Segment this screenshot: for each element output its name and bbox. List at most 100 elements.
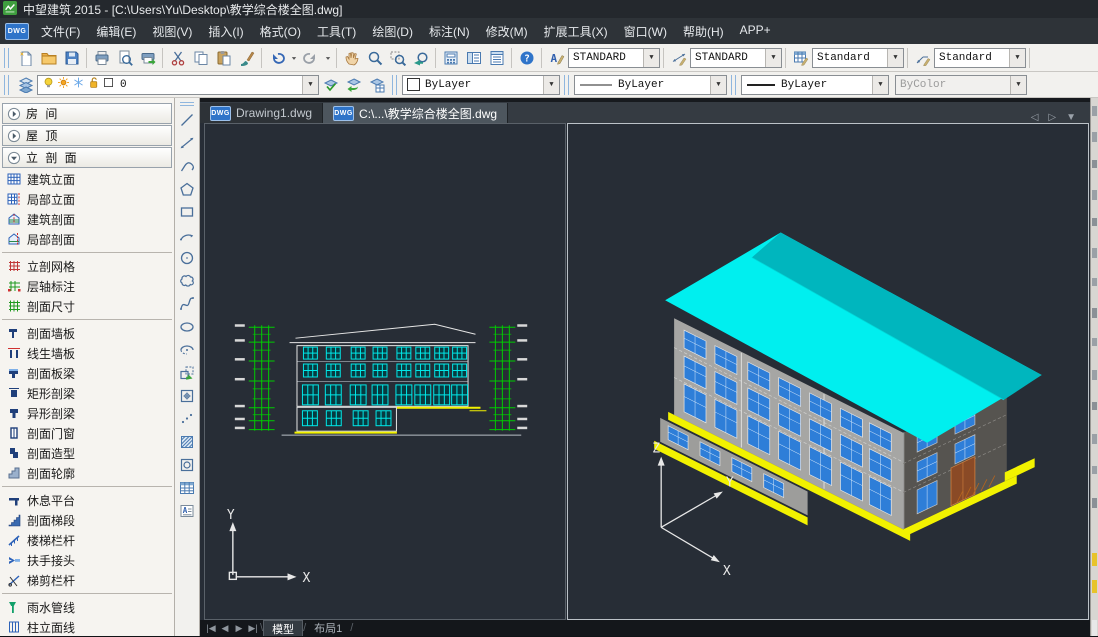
multileader-style-combo[interactable]: Standard▼ — [934, 48, 1026, 68]
palette-item-wall-line[interactable]: 线生墙板 — [0, 343, 174, 363]
palette-item-rain-pipe[interactable]: 雨水管线 — [0, 597, 174, 617]
print-button[interactable] — [90, 46, 113, 69]
line-tool-button[interactable] — [176, 109, 198, 131]
palette-item-door-window[interactable]: 剖面门窗 — [0, 423, 174, 443]
text-style-button[interactable]: A — [545, 46, 568, 69]
chevron-down-icon[interactable]: ▼ — [872, 76, 888, 94]
viewport-3d-model[interactable]: Z Y X — [567, 123, 1089, 620]
text-style-combo[interactable]: STANDARD▼ — [568, 48, 660, 68]
menu-item-view[interactable]: 视图(V) — [144, 20, 200, 43]
menu-item-format[interactable]: 格式(O) — [252, 20, 309, 43]
layer-states-button[interactable] — [365, 73, 388, 96]
chevron-down-icon[interactable]: ▼ — [765, 49, 781, 67]
construction-line-tool-button[interactable] — [176, 132, 198, 154]
palette-item-stair-flight[interactable]: 剖面梯段 — [0, 510, 174, 530]
region-tool-button[interactable] — [176, 454, 198, 476]
chevron-down-icon[interactable]: ▼ — [643, 49, 659, 67]
rectangle-tool-button[interactable] — [176, 201, 198, 223]
palette-item-stair-rail[interactable]: 楼梯栏杆 — [0, 530, 174, 550]
next-tab-icon[interactable]: ▶ — [232, 623, 246, 634]
toolbar-grip[interactable] — [4, 48, 9, 68]
palette-item-grid-green[interactable]: 剖面尺寸 — [0, 296, 174, 316]
chevron-right-icon[interactable] — [7, 107, 21, 121]
lineweight-combo[interactable]: ByLayer▼ — [741, 75, 889, 95]
publish-button[interactable] — [136, 46, 159, 69]
palette-item-grid-red[interactable]: 立剖网格 — [0, 256, 174, 276]
menu-item-dimension[interactable]: 标注(N) — [421, 20, 478, 43]
table-style-combo[interactable]: Standard▼ — [812, 48, 904, 68]
circle-tool-button[interactable] — [176, 247, 198, 269]
open-file-button[interactable] — [37, 46, 60, 69]
spline-tool-button[interactable] — [176, 293, 198, 315]
palette-item-section-local[interactable]: 局部剖面 — [0, 229, 174, 249]
palette-item-section-building[interactable]: 建筑剖面 — [0, 209, 174, 229]
pan-button[interactable] — [340, 46, 363, 69]
hatch-tool-button[interactable] — [176, 431, 198, 453]
dwg-app-icon[interactable]: DWG — [5, 23, 29, 40]
tab-model[interactable]: 模型 — [263, 620, 303, 636]
copy-button[interactable] — [189, 46, 212, 69]
menu-item-edit[interactable]: 编辑(E) — [88, 20, 144, 43]
tab-drawing1[interactable]: DWGDrawing1.dwg — [200, 103, 323, 123]
palette-item-rest-platform[interactable]: 休息平台 — [0, 490, 174, 510]
polyline-tool-button[interactable] — [176, 155, 198, 177]
palette-item-grid-axis[interactable]: 层轴标注 — [0, 276, 174, 296]
freeze-icon[interactable] — [72, 76, 85, 93]
chevron-down-icon[interactable]: ▼ — [1010, 76, 1026, 94]
palette-section-roof[interactable]: 屋 顶 — [2, 125, 172, 146]
save-file-button[interactable] — [60, 46, 83, 69]
swatch-white-icon[interactable] — [102, 76, 115, 93]
cut-button[interactable] — [166, 46, 189, 69]
redo-dropdown-icon[interactable] — [322, 46, 333, 69]
menu-item-window[interactable]: 窗口(W) — [616, 20, 675, 43]
menu-item-express-tools[interactable]: 扩展工具(X) — [536, 20, 616, 43]
redo-button[interactable] — [299, 46, 322, 69]
layer-previous-button[interactable] — [342, 73, 365, 96]
prev-tab-icon[interactable]: ◁ — [1031, 112, 1039, 123]
calculator-button[interactable] — [439, 46, 462, 69]
undo-dropdown-icon[interactable] — [288, 46, 299, 69]
tab-layout1[interactable]: 布局1 — [306, 620, 350, 636]
menu-item-insert[interactable]: 插入(I) — [200, 20, 251, 43]
new-file-button[interactable] — [14, 46, 37, 69]
first-tab-icon[interactable]: |◀ — [204, 623, 218, 634]
menu-item-modify[interactable]: 修改(M) — [478, 20, 536, 43]
insert-block-tool-button[interactable] — [176, 362, 198, 384]
help-button[interactable]: ? — [515, 46, 538, 69]
zoom-realtime-button[interactable] — [363, 46, 386, 69]
color-combo[interactable]: ByLayer▼ — [402, 75, 560, 95]
menu-item-help[interactable]: 帮助(H) — [675, 20, 732, 43]
zoom-window-button[interactable] — [386, 46, 409, 69]
chevron-down-icon[interactable]: ▼ — [887, 49, 903, 67]
menu-item-tools[interactable]: 工具(T) — [309, 20, 364, 43]
chevron-down-icon[interactable]: ▼ — [302, 76, 318, 94]
revision-cloud-tool-button[interactable] — [176, 270, 198, 292]
zoom-previous-button[interactable] — [409, 46, 432, 69]
palette-item-section-contour[interactable]: 剖面轮廓 — [0, 463, 174, 483]
viewport-2d-elevation[interactable]: Y X — [204, 123, 566, 620]
palette-item-rail-cut[interactable]: 梯剪栏杆 — [0, 570, 174, 590]
dimension-style-button[interactable] — [667, 46, 690, 69]
palette-item-elev-building[interactable]: 建筑立面 — [0, 169, 174, 189]
prev-tab-icon[interactable]: ◀ — [218, 623, 232, 634]
bulb-icon[interactable] — [42, 76, 55, 93]
toolbar-grip[interactable] — [180, 102, 194, 106]
chevron-down-icon[interactable]: ▼ — [710, 76, 726, 94]
mtext-tool-button[interactable]: A — [176, 500, 198, 522]
toolbar-grip[interactable] — [731, 75, 736, 95]
design-center-button[interactable] — [462, 46, 485, 69]
tool-palettes-button[interactable] — [485, 46, 508, 69]
table-tool-button[interactable] — [176, 477, 198, 499]
undo-button[interactable] — [265, 46, 288, 69]
palette-item-wall-board[interactable]: 剖面墙板 — [0, 323, 174, 343]
tab-list-icon[interactable]: ▼ — [1066, 112, 1076, 123]
dimension-style-combo[interactable]: STANDARD▼ — [690, 48, 782, 68]
palette-item-section-shape[interactable]: 剖面造型 — [0, 443, 174, 463]
polygon-tool-button[interactable] — [176, 178, 198, 200]
palette-item-handrail-joint[interactable]: 扶手接头 — [0, 550, 174, 570]
last-tab-icon[interactable]: ▶| — [246, 623, 260, 634]
menu-item-draw[interactable]: 绘图(D) — [364, 20, 421, 43]
plotstyle-combo[interactable]: ByColor▼ — [895, 75, 1027, 95]
ellipse-tool-button[interactable] — [176, 316, 198, 338]
palette-item-beam-odd[interactable]: 异形剖梁 — [0, 403, 174, 423]
